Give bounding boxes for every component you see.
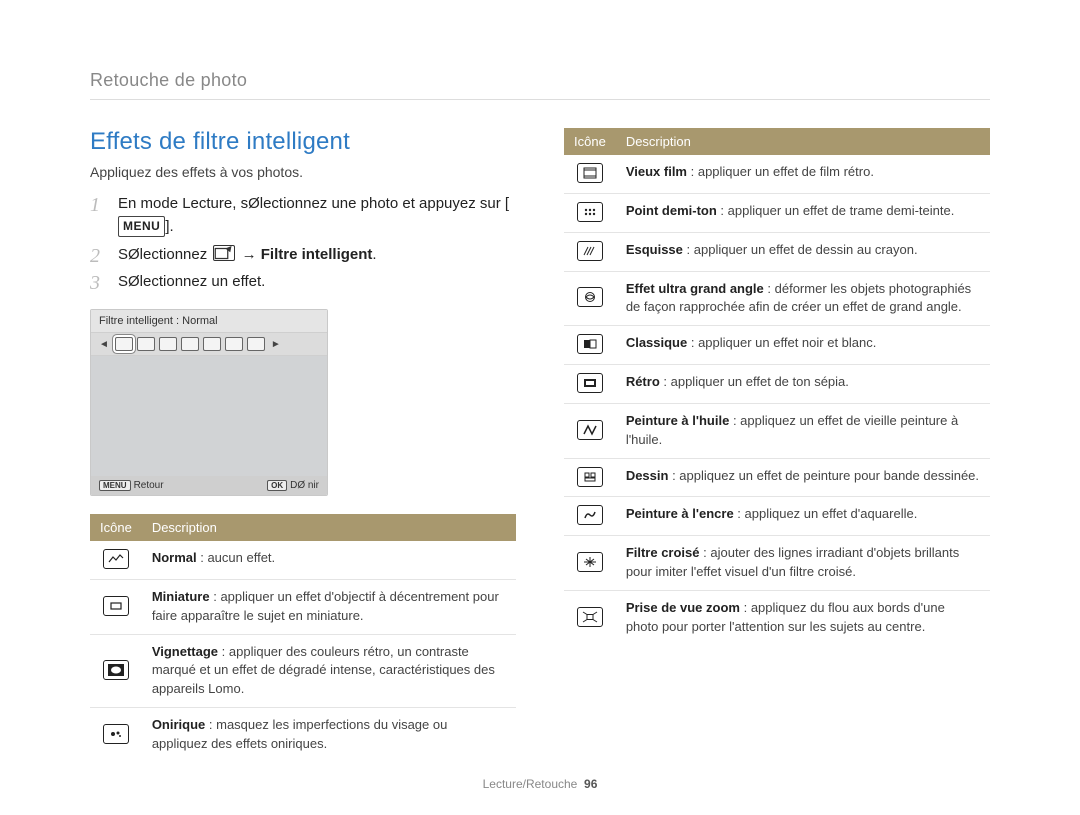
camera-top-label: Filtre intelligent : Normal <box>91 310 327 333</box>
sketch-icon <box>577 241 603 261</box>
row-text: appliquez un effet de peinture pour band… <box>679 468 979 483</box>
row-term: Miniature <box>152 589 210 604</box>
step-3: SØlectionnez un effet. <box>90 270 516 293</box>
filter-thumb <box>203 337 221 351</box>
row-term: Peinture à l'encre <box>626 506 734 521</box>
retro-icon <box>577 373 603 393</box>
chevron-left-icon: ◄ <box>97 339 111 350</box>
row-text: appliquer un effet noir et blanc. <box>698 335 876 350</box>
camera-back: MENURetour <box>99 480 164 491</box>
row-term: Onirique <box>152 717 205 732</box>
camera-ok-key: OK <box>267 480 287 491</box>
table-row: Point demi-ton : appliquer un effet de t… <box>564 193 990 232</box>
row-text: appliquer un effet de dessin au crayon. <box>694 242 918 257</box>
row-term: Effet ultra grand angle <box>626 281 764 296</box>
th-icon: Icône <box>90 514 142 541</box>
camera-screen: Filtre intelligent : Normal ◄ ► MENUReto… <box>90 309 328 496</box>
step-2-arrow: → <box>242 246 257 263</box>
table-row: Vieux film : appliquer un effet de film … <box>564 155 990 193</box>
right-column: Icône Description Vieux film : appliquer… <box>564 128 990 762</box>
oil-paint-icon <box>577 420 603 440</box>
table-row: Miniature : appliquer un effet d'objecti… <box>90 579 516 634</box>
section-subtitle: Appliquez des effets à vos photos. <box>90 164 516 180</box>
filter-thumb <box>247 337 265 351</box>
footer-page-number: 96 <box>584 777 597 791</box>
row-term: Rétro <box>626 374 660 389</box>
fisheye-icon <box>577 287 603 307</box>
table-row: Effet ultra grand angle : déformer les o… <box>564 271 990 326</box>
filter-thumb-selected <box>115 337 133 351</box>
row-term: Vieux film <box>626 164 687 179</box>
row-term: Point demi-ton <box>626 203 717 218</box>
table-row: Dessin : appliquez un effet de peinture … <box>564 458 990 497</box>
row-term: Filtre croisé <box>626 545 700 560</box>
zoom-shot-icon <box>577 607 603 627</box>
table-row: Classique : appliquer un effet noir et b… <box>564 326 990 365</box>
normal-icon <box>103 549 129 569</box>
row-text: appliquer un effet de film rétro. <box>698 164 874 179</box>
step-2: SØlectionnez → Filtre intelligent. <box>90 243 516 266</box>
camera-back-key: MENU <box>99 480 131 491</box>
th-desc: Description <box>142 514 516 541</box>
row-text: appliquer un effet de ton sépia. <box>671 374 849 389</box>
table-row: Peinture à l'encre : appliquez un effet … <box>564 497 990 536</box>
row-term: Esquisse <box>626 242 683 257</box>
th-icon: Icône <box>564 128 616 155</box>
camera-preview <box>91 356 327 476</box>
camera-back-label: Retour <box>134 480 164 491</box>
miniature-icon <box>103 596 129 616</box>
filter-thumb <box>159 337 177 351</box>
breadcrumb: Retouche de photo <box>90 70 990 100</box>
vignette-icon <box>103 660 129 680</box>
row-term: Classique <box>626 335 687 350</box>
page-footer: Lecture/Retouche 96 <box>0 777 1080 791</box>
ink-paint-icon <box>577 505 603 525</box>
step-1-text-b: ]. <box>165 218 173 235</box>
table-row: Normal : aucun effet. <box>90 541 516 579</box>
section-title: Effets de filtre intelligent <box>90 128 516 156</box>
table-row: Vignettage : appliquer des couleurs rétr… <box>90 634 516 708</box>
camera-ok-label: DØ nir <box>290 480 319 491</box>
step-1: En mode Lecture, sØlectionnez une photo … <box>90 192 516 239</box>
row-text: appliquer un effet de trame demi-teinte. <box>728 203 955 218</box>
th-desc: Description <box>616 128 990 155</box>
step-1-text-a: En mode Lecture, sØlectionnez une photo … <box>118 195 509 212</box>
table-row: Peinture à l'huile : appliquez un effet … <box>564 403 990 458</box>
row-text: appliquez un effet d'aquarelle. <box>745 506 918 521</box>
dreamy-icon <box>103 724 129 744</box>
table-row: Filtre croisé : ajouter des lignes irrad… <box>564 536 990 591</box>
step-2-dot: . <box>372 246 376 263</box>
cartoon-icon <box>577 467 603 487</box>
row-term: Peinture à l'huile <box>626 413 730 428</box>
classic-icon <box>577 334 603 354</box>
step-2-text-a: SØlectionnez <box>118 246 207 263</box>
step-2-target: Filtre intelligent <box>261 246 373 263</box>
row-term: Prise de vue zoom <box>626 600 740 615</box>
filter-thumb <box>181 337 199 351</box>
row-term: Dessin <box>626 468 669 483</box>
effects-table-right: Icône Description Vieux film : appliquer… <box>564 128 990 645</box>
camera-ok: OKDØ nir <box>267 480 319 491</box>
menu-key: MENU <box>118 216 165 237</box>
steps-list: En mode Lecture, sØlectionnez une photo … <box>90 192 516 293</box>
table-row: Esquisse : appliquer un effet de dessin … <box>564 232 990 271</box>
table-row: Prise de vue zoom : appliquez du flou au… <box>564 590 990 644</box>
footer-section: Lecture/Retouche <box>483 777 578 791</box>
old-film-icon <box>577 163 603 183</box>
row-term: Normal <box>152 550 197 565</box>
chevron-right-icon: ► <box>269 339 283 350</box>
left-column: Effets de filtre intelligent Appliquez d… <box>90 128 516 762</box>
row-term: Vignettage <box>152 644 218 659</box>
table-row: Rétro : appliquer un effet de ton sépia. <box>564 365 990 404</box>
row-text: aucun effet. <box>207 550 275 565</box>
halftone-icon <box>577 202 603 222</box>
edit-icon <box>213 245 235 261</box>
filter-thumb <box>225 337 243 351</box>
camera-icon-strip: ◄ ► <box>91 333 327 356</box>
table-row: Onirique : masquez les imperfections du … <box>90 708 516 762</box>
filter-thumb <box>137 337 155 351</box>
camera-bottom-bar: MENURetour OKDØ nir <box>91 476 327 495</box>
effects-table-left: Icône Description Normal : aucun effet. … <box>90 514 516 762</box>
cross-filter-icon <box>577 552 603 572</box>
